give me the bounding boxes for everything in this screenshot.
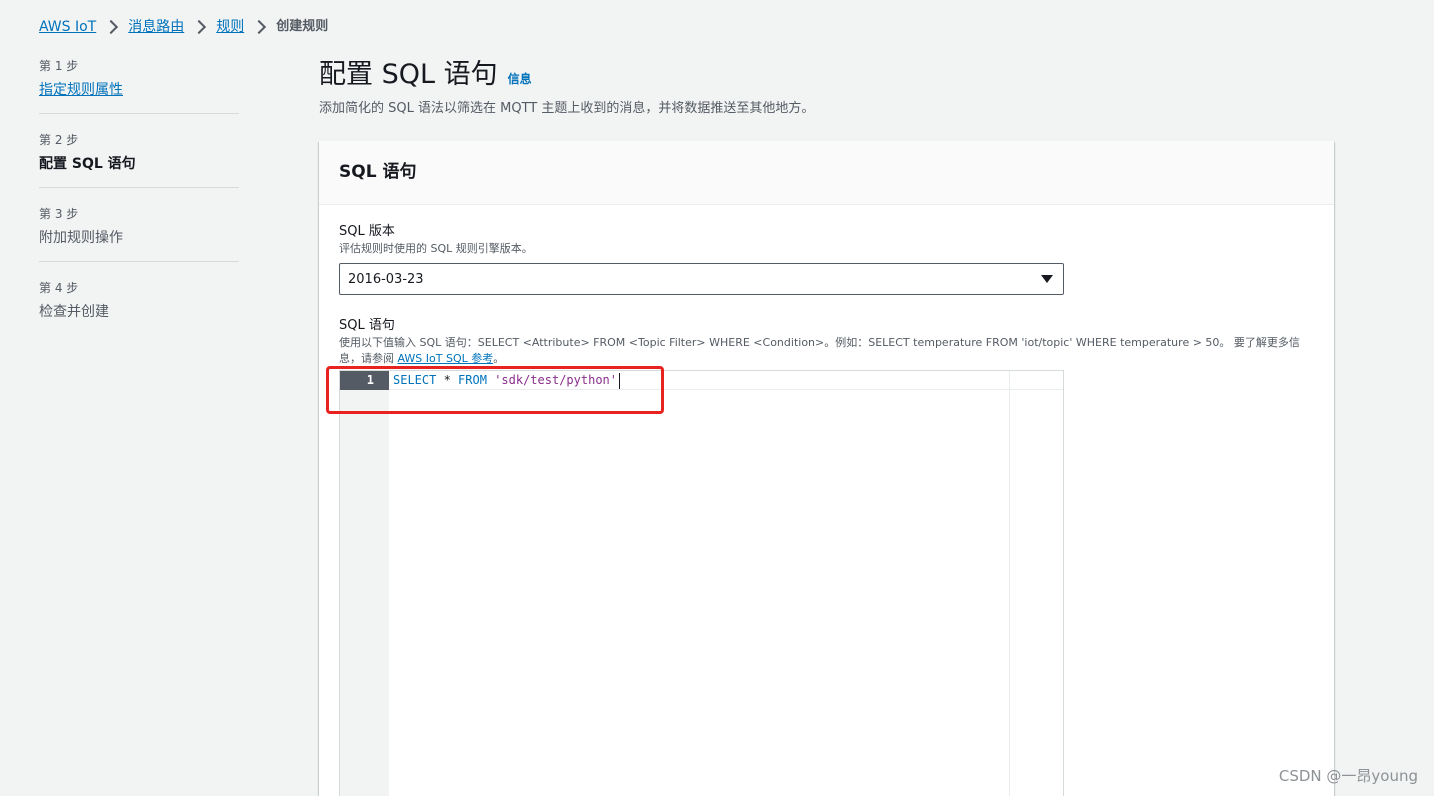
sql-code-editor[interactable]: 1 SELECT * FROM 'sdk/test/python' [339,370,1064,796]
sql-description-suffix: 。 [493,352,505,365]
sql-version-description: 评估规则时使用的 SQL 规则引擎版本。 [339,242,533,255]
step-link-specify-rule-properties[interactable]: 指定规则属性 [39,79,239,101]
sql-star: * [436,373,459,387]
step-number: 第 3 步 [39,207,79,221]
sql-topic-string: 'sdk/test/python' [494,373,618,387]
sql-version-label: SQL 版本 [339,224,395,239]
caret-down-icon [1041,275,1053,283]
breadcrumb-current: 创建规则 [276,19,329,34]
text-cursor [619,372,621,389]
page-description: 添加简化的 SQL 语法以筛选在 MQTT 主题上收到的消息，并将数据推送至其他… [319,101,815,116]
sql-statement-panel: SQL 语句 SQL 版本 评估规则时使用的 SQL 规则引擎版本。 2016-… [319,141,1334,796]
print-margin [1009,371,1010,796]
panel-header: SQL 语句 [319,141,1334,205]
line-number: 1 [340,371,389,390]
step-3: 第 3 步 附加规则操作 [39,205,239,262]
step-attach-rule-actions: 附加规则操作 [39,230,123,246]
info-link[interactable]: 信息 [508,70,532,87]
sql-version-select[interactable]: 2016-03-23 [339,263,1064,295]
page-header: 配置 SQL 语句 信息 添加简化的 SQL 语法以筛选在 MQTT 主题上收到… [319,56,814,118]
panel-body: SQL 版本 评估规则时使用的 SQL 规则引擎版本。 2016-03-23 S… [319,205,1334,796]
chevron-right-icon [102,17,122,37]
step-1: 第 1 步 指定规则属性 [39,57,239,114]
breadcrumb-message-routing[interactable]: 消息路由 [128,17,184,37]
step-current-configure-sql: 配置 SQL 语句 [39,156,136,172]
sql-statement-description: 使用以下值输入 SQL 语句：SELECT <Attribute> FROM <… [339,335,1314,367]
sql-version-value: 2016-03-23 [348,271,424,287]
watermark: CSDN @一昂young [1278,767,1418,785]
page-title: 配置 SQL 语句 [319,59,498,90]
sql-statement-field: SQL 语句 使用以下值输入 SQL 语句：SELECT <Attribute>… [339,317,1314,796]
code-line[interactable]: SELECT * FROM 'sdk/test/python' [393,371,621,390]
sql-keyword-select: SELECT [393,373,437,387]
step-number: 第 4 步 [39,281,79,295]
editor-gutter [340,371,389,796]
step-2: 第 2 步 配置 SQL 语句 [39,131,239,188]
aws-iot-sql-reference-link[interactable]: AWS IoT SQL 参考 [398,352,494,365]
panel-title: SQL 语句 [339,162,417,182]
breadcrumb: AWS IoT 消息路由 规则 创建规则 [39,17,328,37]
breadcrumb-rules[interactable]: 规则 [216,17,244,37]
step-number: 第 1 步 [39,59,79,73]
breadcrumb-aws-iot[interactable]: AWS IoT [39,17,96,37]
chevron-right-icon [250,17,270,37]
step-review-create: 检查并创建 [39,304,109,320]
chevron-right-icon [190,17,210,37]
sql-keyword-from: FROM [458,373,487,387]
step-4: 第 4 步 检查并创建 [39,279,239,335]
wizard-steps: 第 1 步 指定规则属性 第 2 步 配置 SQL 语句 第 3 步 附加规则操… [39,57,239,352]
sql-statement-label: SQL 语句 [339,318,395,333]
step-number: 第 2 步 [39,133,79,147]
